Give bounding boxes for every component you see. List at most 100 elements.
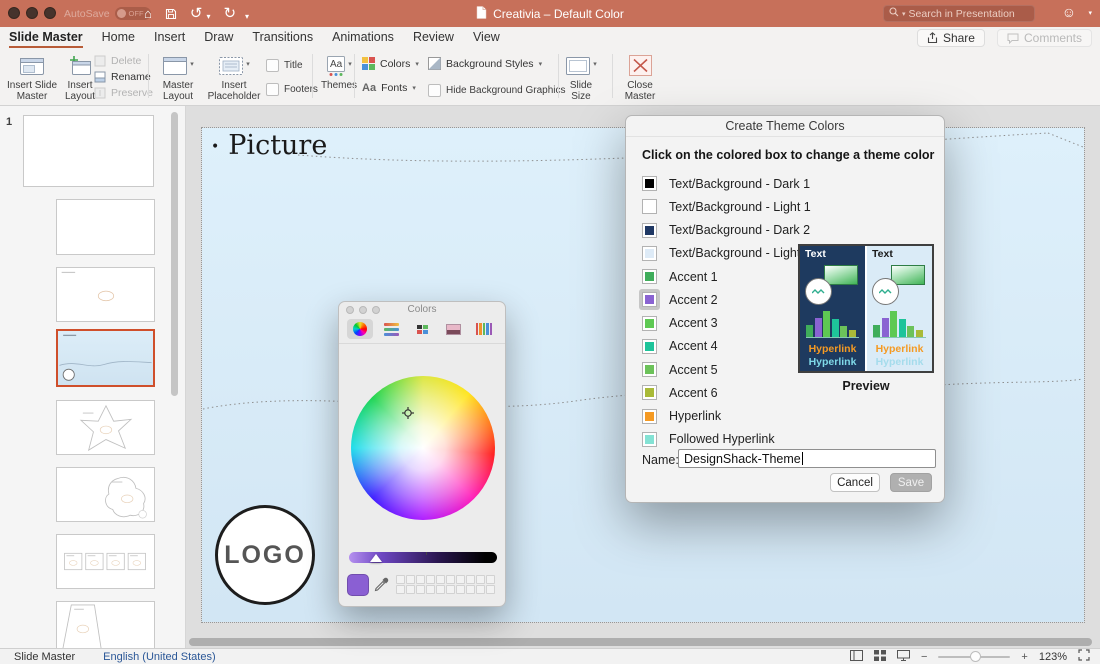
- master-layout-button[interactable]: ▾ Master Layout: [153, 52, 203, 102]
- pencils-tab[interactable]: [471, 319, 497, 339]
- tab-view[interactable]: View: [473, 27, 500, 48]
- tab-slide-master[interactable]: Slide Master: [9, 27, 83, 48]
- palette-cell[interactable]: [396, 585, 405, 594]
- tab-review[interactable]: Review: [413, 27, 454, 48]
- colors-picker-window[interactable]: Colors: [338, 301, 506, 607]
- layout-thumbnail-blob[interactable]: [56, 467, 155, 522]
- layout-thumbnail-picture-wave-selected[interactable]: [56, 329, 155, 387]
- color-swatch[interactable]: [642, 292, 657, 307]
- search-input[interactable]: ▾ Search in Presentation: [883, 5, 1035, 22]
- palette-cell[interactable]: [426, 585, 435, 594]
- tab-animations[interactable]: Animations: [332, 27, 394, 48]
- tab-transitions[interactable]: Transitions: [252, 27, 313, 48]
- zoom-percentage[interactable]: 123%: [1039, 651, 1067, 663]
- palette-cell[interactable]: [466, 575, 475, 584]
- footers-checkbox-box[interactable]: [266, 83, 279, 96]
- palette-cell[interactable]: [456, 585, 465, 594]
- color-wheel[interactable]: [351, 376, 495, 520]
- palette-cell[interactable]: [406, 585, 415, 594]
- autosave-toggle[interactable]: AutoSave OFF: [64, 7, 151, 20]
- horizontal-scrollbar[interactable]: [189, 638, 1092, 646]
- theme-name-input[interactable]: DesignShack-Theme: [678, 449, 936, 468]
- color-swatch[interactable]: [642, 269, 657, 284]
- fit-to-window-icon[interactable]: [1078, 649, 1090, 664]
- save-icon[interactable]: [165, 8, 177, 20]
- color-swatch[interactable]: [642, 432, 657, 447]
- search-scope-chevron-icon[interactable]: ▾: [902, 10, 906, 18]
- close-master-button[interactable]: Close Master: [616, 52, 664, 102]
- zoom-slider-knob[interactable]: [970, 651, 981, 662]
- zoom-out-button[interactable]: −: [921, 651, 927, 663]
- slide-sorter-icon[interactable]: [874, 650, 886, 664]
- preserve-button[interactable]: Preserve: [94, 87, 153, 99]
- footers-checkbox[interactable]: Footers: [266, 83, 318, 96]
- window-close-button[interactable]: [8, 7, 20, 19]
- palette-cell[interactable]: [406, 575, 415, 584]
- tab-home[interactable]: Home: [102, 27, 135, 48]
- insert-placeholder-button[interactable]: ▾ Insert Placeholder: [206, 52, 262, 102]
- feedback-smiley-icon[interactable]: ☺: [1062, 5, 1076, 19]
- title-checkbox[interactable]: Title: [266, 59, 303, 72]
- title-checkbox-box[interactable]: [266, 59, 279, 72]
- layout-thumbnail-blank[interactable]: [56, 199, 155, 255]
- account-chevron-icon[interactable]: ▾: [1088, 9, 1092, 17]
- insert-slide-master-button[interactable]: Insert Slide Master: [4, 52, 60, 102]
- tab-insert[interactable]: Insert: [154, 27, 185, 48]
- eyedropper-icon[interactable]: [374, 577, 389, 597]
- cancel-button[interactable]: Cancel: [830, 473, 880, 492]
- palette-cell[interactable]: [456, 575, 465, 584]
- slide-size-button[interactable]: ▾ Slide Size: [560, 52, 602, 102]
- window-minimize-button[interactable]: [26, 7, 38, 19]
- color-swatch[interactable]: [642, 409, 657, 424]
- colors-button[interactable]: Colors ▾: [362, 57, 419, 70]
- undo-chevron-icon[interactable]: ▾: [206, 13, 210, 21]
- palette-cell[interactable]: [476, 575, 485, 584]
- home-icon[interactable]: ⌂: [144, 7, 152, 20]
- palette-cell[interactable]: [486, 585, 495, 594]
- customize-toolbar-icon[interactable]: ▾: [245, 13, 249, 21]
- background-styles-button[interactable]: Background Styles ▾: [428, 57, 542, 70]
- colors-window-titlebar[interactable]: Colors: [339, 302, 505, 317]
- logo-placeholder[interactable]: LOGO: [215, 505, 315, 605]
- zoom-slider[interactable]: [938, 656, 1010, 658]
- color-swatch[interactable]: [642, 385, 657, 400]
- palette-cell[interactable]: [476, 585, 485, 594]
- hide-background-graphics-checkbox[interactable]: Hide Background Graphics: [428, 84, 566, 97]
- title-placeholder[interactable]: • Picture: [211, 130, 327, 161]
- brightness-slider-handle[interactable]: [370, 554, 382, 562]
- slide-master-thumbnail[interactable]: [23, 115, 154, 187]
- color-wheel-crosshair[interactable]: [402, 406, 414, 424]
- palette-cell[interactable]: [486, 575, 495, 584]
- color-swatch[interactable]: [642, 199, 657, 214]
- palette-cell[interactable]: [416, 575, 425, 584]
- tab-draw[interactable]: Draw: [204, 27, 233, 48]
- hide-background-graphics-box[interactable]: [428, 84, 441, 97]
- palette-cell[interactable]: [416, 585, 425, 594]
- color-swatch[interactable]: [642, 223, 657, 238]
- palette-cell[interactable]: [396, 575, 405, 584]
- color-swatch[interactable]: [642, 339, 657, 354]
- layout-thumbnail-four-pictures[interactable]: [56, 534, 155, 589]
- colors-zoom-button[interactable]: [372, 306, 380, 314]
- zoom-in-button[interactable]: +: [1021, 651, 1027, 663]
- image-palettes-tab[interactable]: [440, 319, 466, 339]
- layout-thumbnail-picture[interactable]: [56, 267, 155, 322]
- color-swatch[interactable]: [642, 362, 657, 377]
- redo-button[interactable]: ↻: [223, 6, 236, 21]
- current-color-swatch[interactable]: [347, 574, 369, 596]
- share-button[interactable]: Share: [917, 29, 985, 47]
- color-wheel-tab[interactable]: [347, 319, 373, 339]
- colors-close-button[interactable]: [346, 306, 354, 314]
- slideshow-icon[interactable]: [897, 650, 910, 664]
- comments-button[interactable]: Comments: [997, 29, 1092, 47]
- undo-button[interactable]: ↺: [190, 6, 203, 21]
- sidebar-scrollbar[interactable]: [171, 112, 178, 396]
- language-status[interactable]: English (United States): [103, 651, 216, 663]
- layout-thumbnail-trapezoid[interactable]: [56, 601, 155, 648]
- create-theme-colors-dialog[interactable]: Create Theme Colors Click on the colored…: [625, 115, 945, 503]
- color-swatch[interactable]: [642, 246, 657, 261]
- palette-cell[interactable]: [426, 575, 435, 584]
- color-swatch[interactable]: [642, 176, 657, 191]
- palette-cell[interactable]: [436, 575, 445, 584]
- palette-cell[interactable]: [446, 575, 455, 584]
